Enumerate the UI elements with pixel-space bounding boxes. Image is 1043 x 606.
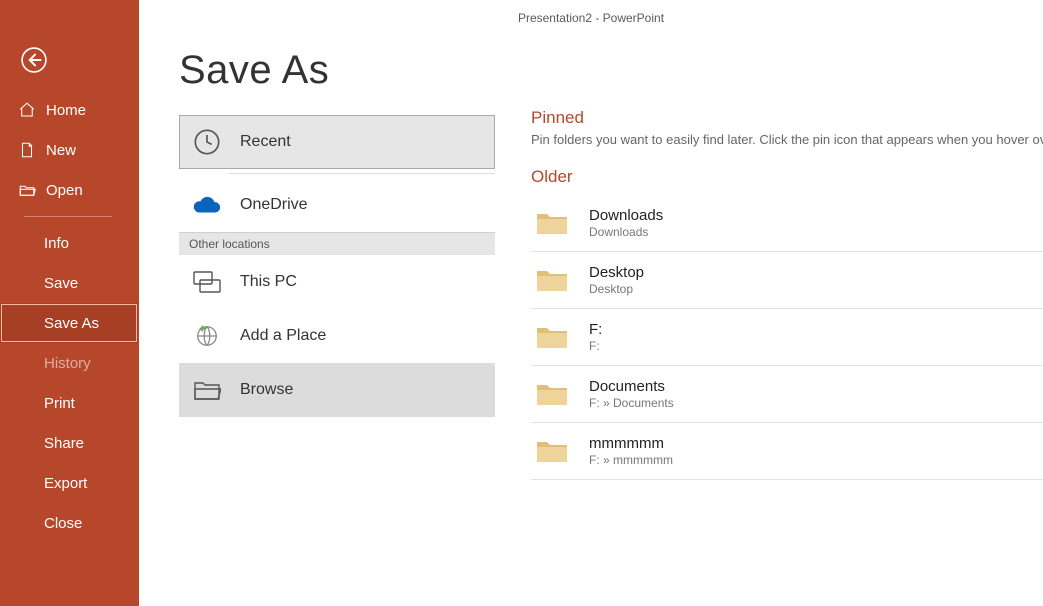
nav-print[interactable]: Print [0, 383, 138, 423]
folder-path: F: [589, 339, 602, 353]
folder-name: Desktop [589, 264, 644, 282]
nav-label: History [44, 355, 91, 372]
pinned-heading: Pinned [531, 108, 1043, 128]
clock-icon [192, 127, 222, 157]
older-heading: Older [531, 167, 1043, 187]
nav-label: Save As [44, 315, 99, 332]
location-label: Browse [240, 381, 293, 399]
folder-row[interactable]: mmmmmm F: » mmmmmm [531, 423, 1043, 480]
backstage-sidebar: Home New Open Info Save Save As History … [0, 0, 139, 606]
folder-path: F: » Documents [589, 396, 674, 410]
sidebar-divider [24, 216, 112, 217]
folder-icon [535, 267, 569, 293]
folder-name: Downloads [589, 207, 663, 225]
locations-column: Save As Recent OneDrive [139, 36, 495, 606]
nav-save[interactable]: Save [0, 263, 138, 303]
main-area: Presentation2 - PowerPoint Save As Recen… [139, 0, 1043, 606]
recent-folders-column: Pinned Pin folders you want to easily fi… [495, 36, 1043, 606]
folder-icon [535, 381, 569, 407]
folder-name: F: [589, 321, 602, 339]
pinned-description: Pin folders you want to easily find late… [531, 132, 1043, 147]
nav-label: Info [44, 235, 69, 252]
page-title: Save As [179, 48, 495, 93]
nav-label: Close [44, 515, 82, 532]
folder-icon [535, 438, 569, 464]
nav-close[interactable]: Close [0, 503, 138, 543]
nav-label: Export [44, 475, 87, 492]
folder-path: Desktop [589, 282, 644, 296]
location-addplace[interactable]: Add a Place [179, 309, 495, 363]
location-onedrive[interactable]: OneDrive [179, 178, 495, 232]
nav-save-as[interactable]: Save As [0, 303, 138, 343]
home-icon [18, 101, 36, 119]
location-recent[interactable]: Recent [179, 115, 495, 169]
location-label: OneDrive [240, 196, 308, 214]
open-folder-icon [18, 181, 36, 199]
folder-icon [535, 210, 569, 236]
back-arrow-icon [21, 47, 47, 73]
folder-name: mmmmmm [589, 435, 673, 453]
nav-label: Share [44, 435, 84, 452]
folder-row[interactable]: Desktop Desktop [531, 252, 1043, 309]
nav-home[interactable]: Home [0, 90, 138, 130]
folder-path: F: » mmmmmm [589, 453, 673, 467]
locations-divider [229, 173, 495, 174]
folder-row[interactable]: F: F: [531, 309, 1043, 366]
browse-folder-icon [192, 375, 222, 405]
location-thispc[interactable]: This PC [179, 255, 495, 309]
nav-open[interactable]: Open [0, 170, 138, 210]
window-title: Presentation2 - PowerPoint [139, 0, 1043, 36]
location-label: This PC [240, 273, 297, 291]
cloud-icon [192, 190, 222, 220]
nav-history: History [0, 343, 138, 383]
nav-label: Save [44, 275, 78, 292]
folder-name: Documents [589, 378, 674, 396]
nav-label: Home [46, 102, 86, 119]
addplace-icon [192, 321, 222, 351]
nav-label: Open [46, 182, 83, 199]
location-label: Add a Place [240, 327, 326, 345]
nav-new[interactable]: New [0, 130, 138, 170]
back-button[interactable] [14, 40, 54, 80]
folder-row[interactable]: Downloads Downloads [531, 195, 1043, 252]
new-doc-icon [18, 141, 36, 159]
nav-export[interactable]: Export [0, 463, 138, 503]
folder-path: Downloads [589, 225, 663, 239]
locations-other-header: Other locations [179, 232, 495, 255]
folder-row[interactable]: Documents F: » Documents [531, 366, 1043, 423]
thispc-icon [192, 267, 222, 297]
nav-label: Print [44, 395, 75, 412]
nav-label: New [46, 142, 76, 159]
location-browse[interactable]: Browse [179, 363, 495, 417]
folder-icon [535, 324, 569, 350]
location-label: Recent [240, 133, 291, 151]
nav-info[interactable]: Info [0, 223, 138, 263]
nav-share[interactable]: Share [0, 423, 138, 463]
